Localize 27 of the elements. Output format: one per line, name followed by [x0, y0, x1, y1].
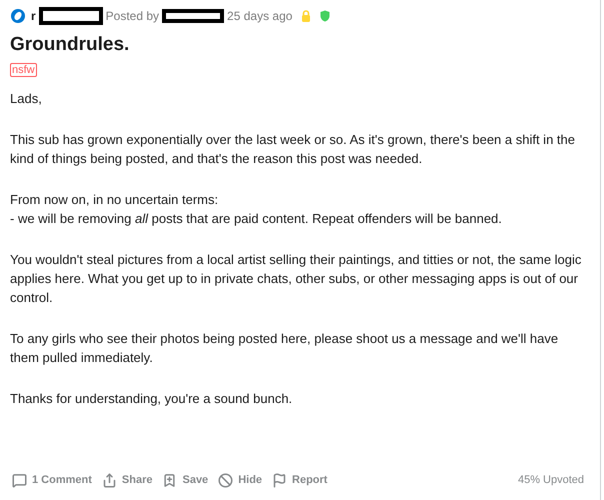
bookmark-icon	[162, 472, 178, 488]
subreddit-prefix[interactable]: r	[31, 7, 36, 25]
flag-icon	[272, 472, 288, 488]
redaction-block	[162, 9, 224, 23]
body-paragraph: Lads,	[10, 90, 43, 108]
body-paragraph: This sub has grown exponentially over the last week or so. As it's grown, there's been a shift in the kind of things being posted, and that's the reason this post was needed.	[10, 131, 576, 168]
action-button[interactable]: Share	[100, 469, 154, 491]
action-button[interactable]: Report	[270, 469, 330, 491]
post-time[interactable]: 25 days ago	[227, 7, 292, 25]
upvote-percentage: 45% Upvoted	[518, 472, 584, 488]
nsfw-tag: nsfw	[10, 63, 37, 77]
posted-by-label: Posted by	[106, 8, 160, 25]
body-paragraph: Thanks for understanding, you're a sound bunch.	[10, 390, 294, 408]
action-button[interactable]: 1 Comment	[10, 469, 94, 491]
shield-icon	[320, 10, 330, 22]
prohibited-icon	[218, 472, 234, 488]
lock-icon	[301, 10, 312, 22]
post-title: Groundrules.	[10, 33, 130, 57]
action-button[interactable]: Hide	[216, 469, 264, 491]
body-paragraph: To any girls who see their photos being posted here, please shoot us a message and we'll have them pulled immediately.	[10, 330, 560, 367]
speech-bubble-icon	[12, 472, 27, 488]
body-paragraph: From now on, in no uncertain terms: - we will be removing all posts that are paid content. Repeat offenders will be banned.	[10, 191, 503, 228]
share-icon	[102, 472, 117, 488]
action-button[interactable]: Save	[160, 469, 210, 491]
redaction-block	[38, 7, 103, 25]
body-paragraph: You wouldn't steal pictures from a local artist selling their paintings, and titties or not, the same logic applies here. What you get up to in private chats, other subs, or other messaging apps is out of our control.	[10, 251, 582, 307]
community-icon[interactable]	[10, 8, 26, 24]
